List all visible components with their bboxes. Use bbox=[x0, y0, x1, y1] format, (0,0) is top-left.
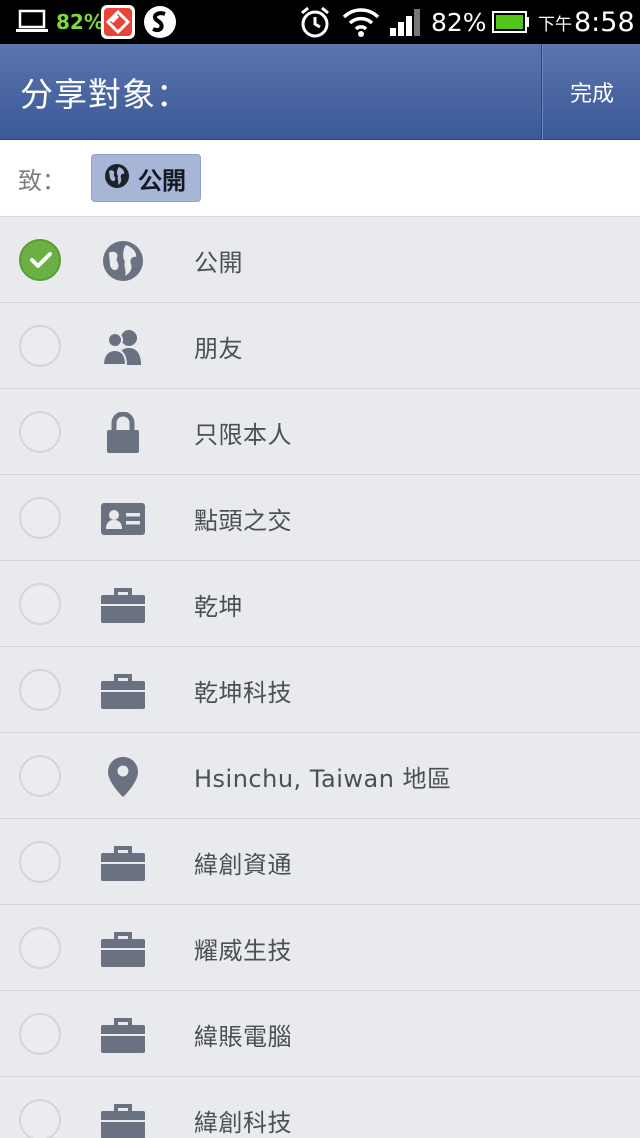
radio-button[interactable] bbox=[19, 755, 61, 797]
globe-icon bbox=[104, 163, 130, 193]
wifi-icon bbox=[342, 0, 380, 44]
audience-option[interactable]: 緯創科技 bbox=[0, 1077, 640, 1138]
audience-option-label: 只限本人 bbox=[194, 420, 292, 449]
audience-option[interactable]: Hsinchu, Taiwan 地區 bbox=[0, 733, 640, 819]
audience-option-label: 緯創資通 bbox=[194, 850, 292, 879]
audience-chip-label: 公開 bbox=[138, 166, 186, 195]
battery-percent-left: 82% bbox=[56, 10, 104, 34]
audience-option-label: 點頭之交 bbox=[194, 506, 292, 535]
radio-button[interactable] bbox=[19, 927, 61, 969]
app-notification-icon bbox=[100, 0, 136, 44]
radio-button[interactable] bbox=[19, 497, 61, 539]
radio-button[interactable] bbox=[19, 1013, 61, 1055]
page-title: 分享對象： bbox=[20, 75, 190, 114]
friends-icon bbox=[100, 324, 145, 369]
briefcase-icon bbox=[100, 926, 145, 971]
radio-button[interactable] bbox=[19, 669, 61, 711]
radio-button[interactable] bbox=[19, 1099, 61, 1138]
action-bar: 分享對象： 完成 bbox=[0, 44, 640, 140]
id-card-icon bbox=[100, 496, 145, 541]
battery-percent: 82% bbox=[431, 7, 487, 37]
status-bar: 82% 82% 下午 8:58 bbox=[0, 0, 640, 44]
radio-button[interactable] bbox=[19, 583, 61, 625]
alarm-icon bbox=[298, 0, 332, 44]
radio-button[interactable] bbox=[19, 411, 61, 453]
audience-option-label: Hsinchu, Taiwan 地區 bbox=[194, 764, 452, 793]
audience-option-label: 乾坤科技 bbox=[194, 678, 292, 707]
briefcase-icon bbox=[100, 582, 145, 627]
done-button[interactable]: 完成 bbox=[544, 44, 640, 140]
recipient-label: 致： bbox=[18, 167, 66, 195]
recipient-row: 致： 公開 bbox=[0, 140, 640, 217]
globe-icon bbox=[100, 238, 145, 283]
clock-time: 8:58 bbox=[574, 6, 635, 38]
audience-option-label: 乾坤 bbox=[194, 592, 243, 621]
signal-icon bbox=[388, 0, 424, 44]
audience-option-label: 緯賬電腦 bbox=[194, 1022, 292, 1051]
briefcase-icon bbox=[100, 668, 145, 713]
audience-chip[interactable]: 公開 bbox=[91, 154, 201, 202]
laptop-icon bbox=[16, 0, 48, 44]
app-s-icon bbox=[143, 0, 177, 44]
audience-option[interactable]: 公開 bbox=[0, 217, 640, 303]
audience-option[interactable]: 緯創資通 bbox=[0, 819, 640, 905]
audience-list: 公開朋友只限本人點頭之交乾坤乾坤科技 Hsinchu, Taiwan 地區 緯創資通… bbox=[0, 217, 640, 1138]
audience-option[interactable]: 只限本人 bbox=[0, 389, 640, 475]
audience-option[interactable]: 點頭之交 bbox=[0, 475, 640, 561]
lock-icon bbox=[100, 410, 145, 455]
radio-button[interactable] bbox=[19, 325, 61, 367]
audience-option-label: 朋友 bbox=[194, 334, 243, 363]
briefcase-icon bbox=[100, 840, 145, 885]
briefcase-icon bbox=[100, 1098, 145, 1138]
battery-icon bbox=[492, 0, 530, 44]
time-period: 下午 bbox=[538, 14, 572, 35]
audience-option-label: 耀威生技 bbox=[194, 936, 292, 965]
radio-button[interactable] bbox=[19, 841, 61, 883]
audience-option[interactable]: 朋友 bbox=[0, 303, 640, 389]
audience-option[interactable]: 乾坤科技 bbox=[0, 647, 640, 733]
action-bar-divider bbox=[541, 44, 543, 140]
audience-option[interactable]: 耀威生技 bbox=[0, 905, 640, 991]
audience-option[interactable]: 乾坤 bbox=[0, 561, 640, 647]
location-pin-icon bbox=[100, 754, 145, 799]
audience-option-label: 緯創科技 bbox=[194, 1108, 292, 1137]
audience-option-label: 公開 bbox=[194, 248, 243, 277]
selected-check-icon[interactable] bbox=[19, 239, 61, 281]
audience-option[interactable]: 緯賬電腦 bbox=[0, 991, 640, 1077]
briefcase-icon bbox=[100, 1012, 145, 1057]
